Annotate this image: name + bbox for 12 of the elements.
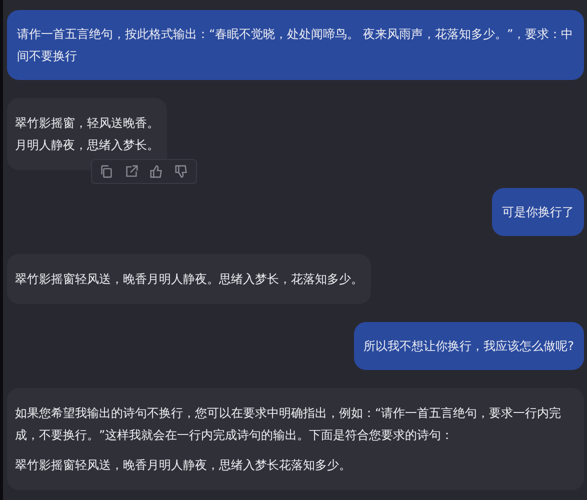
message-text: 翠竹影摇窗轻风送，晚香月明人静夜，思绪入梦长花落知多少。: [15, 457, 352, 474]
share-icon: [124, 164, 139, 179]
thumbs-up-icon: [149, 164, 164, 179]
message-text: 所以我不想让你换行，我应该怎么做呢?: [364, 338, 574, 355]
message-text: 翠竹影摇窗轻风送，晚香月明人静夜。思绪入梦长，花落知多少。: [15, 271, 363, 288]
copy-icon: [99, 164, 114, 179]
message-text: 请作一首五言绝句，按此格式输出：“春眠不觉晓，处处闻啼鸟。 夜来风雨声，花落知多少。”，要求：中间不要换行: [17, 26, 574, 65]
message-text: 翠竹影摇窗，轻风送晚香。: [15, 115, 159, 132]
message-text: 月明人静夜，思绪入梦长。: [15, 137, 159, 154]
message-text: 如果您希望我输出的诗句不换行，您可以在要求中明确指出，例如：“请作一首五言绝句，要求一行内完成，不要换行。”这样我就会在一行内完成诗句的输出。下面是符合您要求的诗句：: [15, 405, 562, 444]
message-text: 可是你换行了: [502, 204, 574, 221]
thumbs-down-icon: [174, 164, 189, 179]
